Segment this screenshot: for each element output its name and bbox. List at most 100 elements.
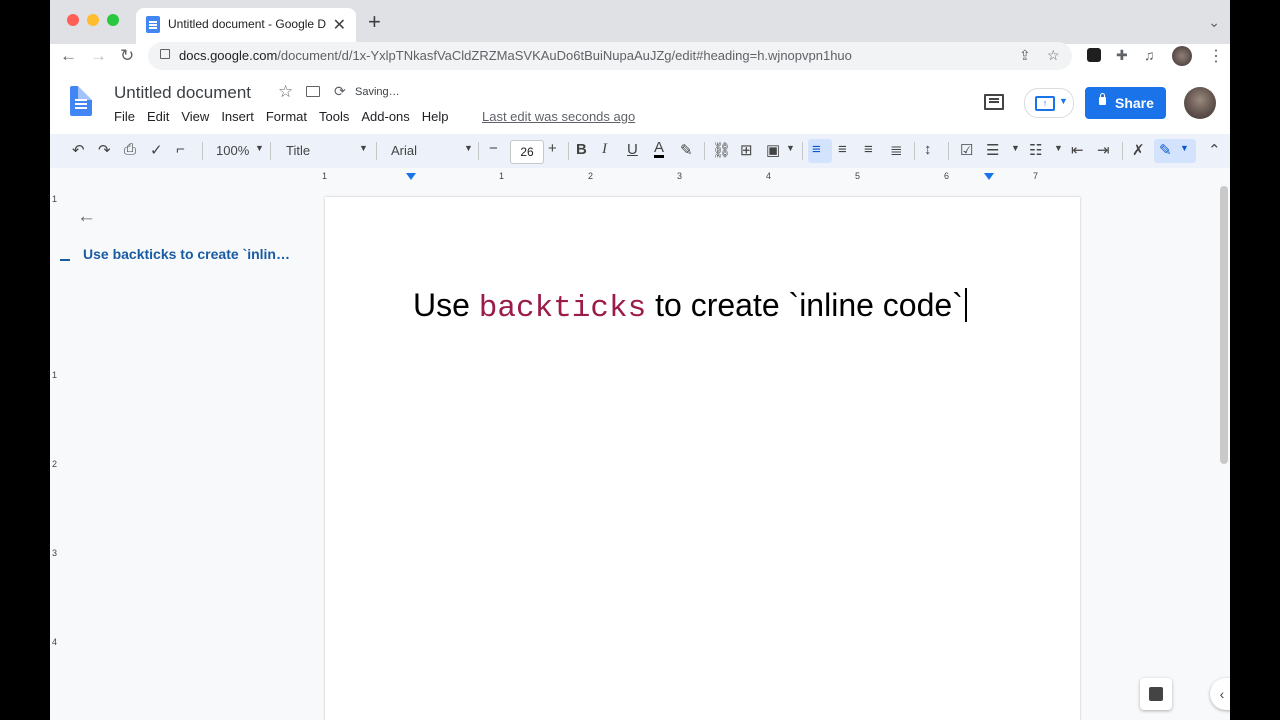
increase-indent-icon[interactable]: ⇥ xyxy=(1097,141,1110,159)
browser-menu-icon[interactable]: ⋮ xyxy=(1208,46,1224,66)
outline-level-marker xyxy=(60,259,70,261)
justify-icon[interactable]: ≣ xyxy=(890,141,903,159)
vertical-scrollbar[interactable] xyxy=(1220,186,1228,464)
pencil-icon: ✎ xyxy=(1159,142,1172,159)
align-left-icon[interactable]: ≡ xyxy=(812,141,821,158)
star-icon[interactable]: ☆ xyxy=(278,82,293,102)
menu-tools[interactable]: Tools xyxy=(319,109,349,129)
address-bar[interactable]: docs.google.com/document/d/1x-YxlpTNkasf… xyxy=(148,42,1072,70)
document-page[interactable]: Use backticks to create `inline code` xyxy=(325,197,1080,720)
line-spacing-icon[interactable]: ↕ xyxy=(924,141,932,158)
spellcheck-icon[interactable]: ✓ xyxy=(150,141,163,159)
align-right-icon[interactable]: ≡ xyxy=(864,141,873,158)
menu-help[interactable]: Help xyxy=(422,109,449,129)
side-panel-toggle-icon[interactable]: ‹ xyxy=(1210,678,1230,710)
style-chevron-down-icon: ▼ xyxy=(359,143,368,153)
explore-button[interactable] xyxy=(1140,678,1172,710)
zoom-select[interactable]: 100% xyxy=(216,143,249,158)
decrease-font-size-button[interactable]: − xyxy=(489,140,498,157)
bulleted-list-icon[interactable]: ☰ xyxy=(986,141,999,159)
close-window-button[interactable] xyxy=(67,14,79,26)
underline-button[interactable]: U xyxy=(627,141,638,158)
menu-insert[interactable]: Insert xyxy=(221,109,254,129)
clear-formatting-icon[interactable]: ✗ xyxy=(1132,141,1145,159)
heading-text-after: to create `inline code` xyxy=(646,287,963,323)
browser-tab[interactable]: Untitled document - Google Do ✕ xyxy=(136,8,356,44)
zoom-chevron-down-icon: ▼ xyxy=(255,143,264,153)
tab-title: Untitled document - Google Do xyxy=(168,17,326,31)
menu-addons[interactable]: Add-ons xyxy=(361,109,409,129)
align-center-icon[interactable]: ≡ xyxy=(838,141,847,158)
highlight-icon[interactable]: ✎ xyxy=(680,141,693,159)
checklist-icon[interactable]: ☑ xyxy=(960,141,973,159)
present-button[interactable]: ↑ ▼ xyxy=(1024,88,1074,118)
text-color-button[interactable]: A xyxy=(654,140,665,158)
share-label: Share xyxy=(1115,95,1154,111)
media-control-icon[interactable]: ♫ xyxy=(1144,47,1155,63)
document-canvas: 1 1 2 3 4 5 6 7 1 1 2 3 4 ← Use backtick… xyxy=(50,168,1230,720)
extensions-puzzle-icon[interactable]: ✚ xyxy=(1116,47,1128,64)
document-title-heading[interactable]: Use backticks to create `inline code` xyxy=(413,287,967,326)
docs-favicon-icon xyxy=(146,16,160,33)
insert-image-icon[interactable]: ▣ xyxy=(766,141,780,159)
lock-icon xyxy=(1099,93,1106,105)
add-comment-icon[interactable]: ⊞ xyxy=(740,141,753,159)
left-indent-marker[interactable] xyxy=(406,173,416,180)
text-cursor xyxy=(964,288,967,322)
outline-heading-item[interactable]: Use backticks to create `inlin… xyxy=(83,246,333,262)
font-chevron-down-icon: ▼ xyxy=(464,143,473,153)
numbered-chevron-down-icon: ▼ xyxy=(1054,143,1063,153)
share-page-icon[interactable]: ⇪ xyxy=(1019,47,1031,64)
print-icon[interactable]: ⎙ xyxy=(124,141,136,158)
sync-icon: ⟳ xyxy=(334,83,346,99)
comment-history-icon[interactable] xyxy=(984,94,1004,110)
italic-button[interactable]: I xyxy=(602,141,607,158)
browser-toolbar: ← → ↻ docs.google.com/document/d/1x-Yxlp… xyxy=(50,42,1230,72)
tab-search-icon[interactable]: ⌄ xyxy=(1208,14,1220,31)
menu-file[interactable]: File xyxy=(114,109,135,129)
numbered-list-icon[interactable]: ☷ xyxy=(1029,141,1042,159)
tab-close-icon[interactable]: ✕ xyxy=(333,15,346,35)
back-icon[interactable]: ← xyxy=(60,46,77,66)
right-indent-marker[interactable] xyxy=(984,173,994,180)
maximize-window-button[interactable] xyxy=(107,14,119,26)
minimize-window-button[interactable] xyxy=(87,14,99,26)
horizontal-ruler[interactable]: 1 1 2 3 4 5 6 7 xyxy=(320,171,1080,183)
heading-text-before: Use xyxy=(413,287,479,323)
insert-link-icon[interactable]: ⛓ xyxy=(712,141,731,159)
formatting-toolbar: ↶ ↷ ⎙ ✓ ⌐ 100% ▼ Title ▼ Arial ▼ − 26 + … xyxy=(50,134,1230,168)
menu-edit[interactable]: Edit xyxy=(147,109,169,129)
bold-button[interactable]: B xyxy=(576,141,587,158)
font-size-input[interactable]: 26 xyxy=(510,140,544,164)
profile-avatar[interactable] xyxy=(1172,46,1192,66)
close-outline-icon[interactable]: ← xyxy=(77,206,96,228)
decrease-indent-icon[interactable]: ⇤ xyxy=(1071,141,1084,159)
extension-icon[interactable] xyxy=(1087,48,1101,62)
url-text[interactable]: docs.google.com/document/d/1x-YxlpTNkasf… xyxy=(179,48,852,63)
forward-icon[interactable]: → xyxy=(90,46,107,66)
new-tab-button[interactable]: + xyxy=(368,9,381,35)
undo-icon[interactable]: ↶ xyxy=(72,141,85,159)
font-select[interactable]: Arial xyxy=(391,143,417,158)
last-edit-link[interactable]: Last edit was seconds ago xyxy=(482,109,635,124)
docs-logo-icon[interactable] xyxy=(70,86,92,116)
increase-font-size-button[interactable]: + xyxy=(548,140,557,157)
bookmark-star-icon[interactable]: ☆ xyxy=(1047,47,1060,64)
move-folder-icon[interactable] xyxy=(306,86,320,97)
redo-icon[interactable]: ↷ xyxy=(98,141,111,159)
style-select[interactable]: Title xyxy=(286,143,310,158)
document-outline: ← Use backticks to create `inlin… xyxy=(50,184,320,720)
menu-view[interactable]: View xyxy=(181,109,209,129)
paint-format-icon[interactable]: ⌐ xyxy=(176,141,185,158)
image-chevron-down-icon: ▼ xyxy=(786,143,795,153)
account-avatar[interactable] xyxy=(1184,87,1216,119)
save-status: Saving… xyxy=(355,86,400,98)
browser-window: Untitled document - Google Do ✕ + ⌄ ← → … xyxy=(50,0,1230,720)
inline-code-text: backticks xyxy=(478,291,647,326)
bullet-chevron-down-icon: ▼ xyxy=(1011,143,1020,153)
menu-format[interactable]: Format xyxy=(266,109,307,129)
hide-menus-icon[interactable]: ⌃ xyxy=(1208,141,1221,159)
share-button[interactable]: Share xyxy=(1085,87,1166,119)
reload-icon[interactable]: ↻ xyxy=(120,46,134,66)
document-title[interactable]: Untitled document xyxy=(114,83,251,103)
